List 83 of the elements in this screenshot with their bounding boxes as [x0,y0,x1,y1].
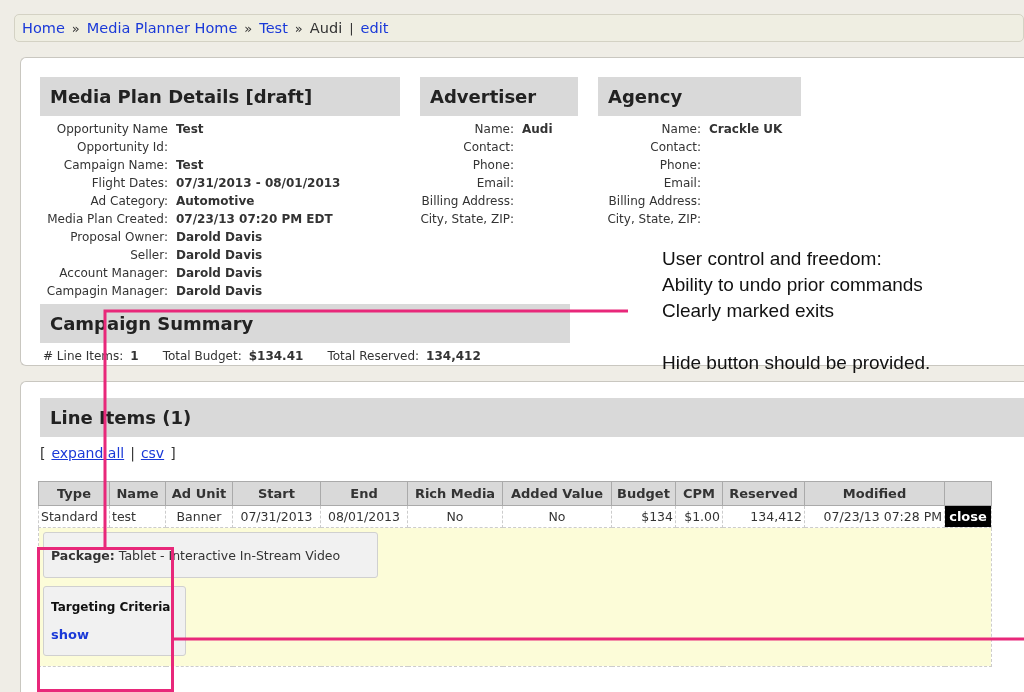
field-label: Contact: [462,139,514,156]
field-label: Flight Dates: [90,175,168,192]
table-cell: $1.00 [675,505,723,528]
breadcrumb-separator: » [244,20,253,36]
field-value: Audi [522,121,554,138]
breadcrumb-separator: » [294,20,303,36]
field-label: Phone: [471,157,514,174]
field-value: 07/31/2013 - 08/01/2013 [176,175,342,192]
annotation-text: Ability to undo prior commands [662,273,924,297]
field-label: Name: [660,121,701,138]
field-label: Billing Address: [607,193,701,210]
column-header: Added Value [502,481,612,506]
breadcrumb-separator: » [71,20,80,36]
field-label: Proposal Owner: [69,229,168,246]
field-value: 07/23/13 07:20 PM EDT [176,211,334,228]
table-cell: 07/31/2013 [232,505,321,528]
text-link[interactable]: csv [140,445,165,461]
field-label: Name: [473,121,514,138]
breadcrumb-link[interactable]: Media Planner Home [86,20,238,36]
link-separator: | [130,445,135,461]
field-label: City, State, ZIP: [606,211,701,228]
table-cell: Standard [38,505,110,528]
table-cell: No [502,505,612,528]
bracket-mark: [ [40,445,46,461]
field-label: City, State, ZIP: [419,211,514,228]
column-header: Name [109,481,166,506]
column-header: Reserved [722,481,805,506]
field-label: Campaign Name: [62,157,168,174]
breadcrumb-link[interactable]: Test [259,20,288,36]
table-cell: 08/01/2013 [320,505,408,528]
section-heading: Agency [598,77,801,116]
table-cell: 134,412 [722,505,805,528]
field-label: Contact: [649,139,701,156]
field-label: Email: [662,175,701,192]
column-header: Type [38,481,110,506]
field-label: Phone: [658,157,701,174]
column-header: Ad Unit [165,481,233,506]
field-value: Crackle UK [709,121,784,138]
table-cell: test [109,505,166,528]
text-link[interactable]: expand all [51,445,125,461]
table-cell: No [407,505,503,528]
breadcrumb-item: Audi [309,20,343,36]
field-value: Test [176,121,205,138]
annotation-text: Clearly marked exits [662,299,836,323]
table-cell: Banner [165,505,233,528]
field-label: Account Manager: [58,265,168,282]
column-header: Start [232,481,321,506]
field-label: Ad Category: [89,193,168,210]
bracket-mark: ] [170,445,176,461]
column-header: Rich Media [407,481,503,506]
summary-value: $134.41 [248,348,304,365]
field-value: Automotive [176,193,256,210]
field-label: Campagin Manager: [45,283,168,300]
summary-value: 134,412 [426,348,481,365]
field-label: Seller: [129,247,168,264]
column-header: End [320,481,408,506]
summary-label: Total Budget: [162,348,242,365]
column-header: CPM [675,481,723,506]
section-heading: Advertiser [420,77,578,116]
annotation-text: Hide button should be provided. [662,351,931,375]
summary-label: Total Reserved: [327,348,420,365]
table-cell: $134 [611,505,676,528]
field-label: Email: [475,175,514,192]
field-value: Darold Davis [176,265,264,282]
annotation-text: User control and freedom: [662,247,883,271]
field-value: Darold Davis [176,247,264,264]
summary-value: 1 [130,348,139,365]
field-label: Opportunity Id: [75,139,168,156]
field-label: Opportunity Name [55,121,168,138]
field-value: Darold Davis [176,229,264,246]
column-header: Budget [611,481,676,506]
show-link[interactable]: show [51,627,185,642]
field-value: Darold Davis [176,283,264,300]
breadcrumb-link[interactable]: edit [360,20,389,36]
targeting-title: Targeting Criteria [51,600,172,614]
table-cell: 07/23/13 07:28 PM [804,505,945,528]
field-label: Media Plan Created: [46,211,168,228]
breadcrumb-link[interactable]: Home [22,20,65,36]
section-heading: Media Plan Details [draft] [40,77,400,116]
breadcrumb-separator: | [349,20,354,36]
column-header: Modified [804,481,945,506]
field-label: Billing Address: [420,193,514,210]
field-value: Test [176,157,205,174]
